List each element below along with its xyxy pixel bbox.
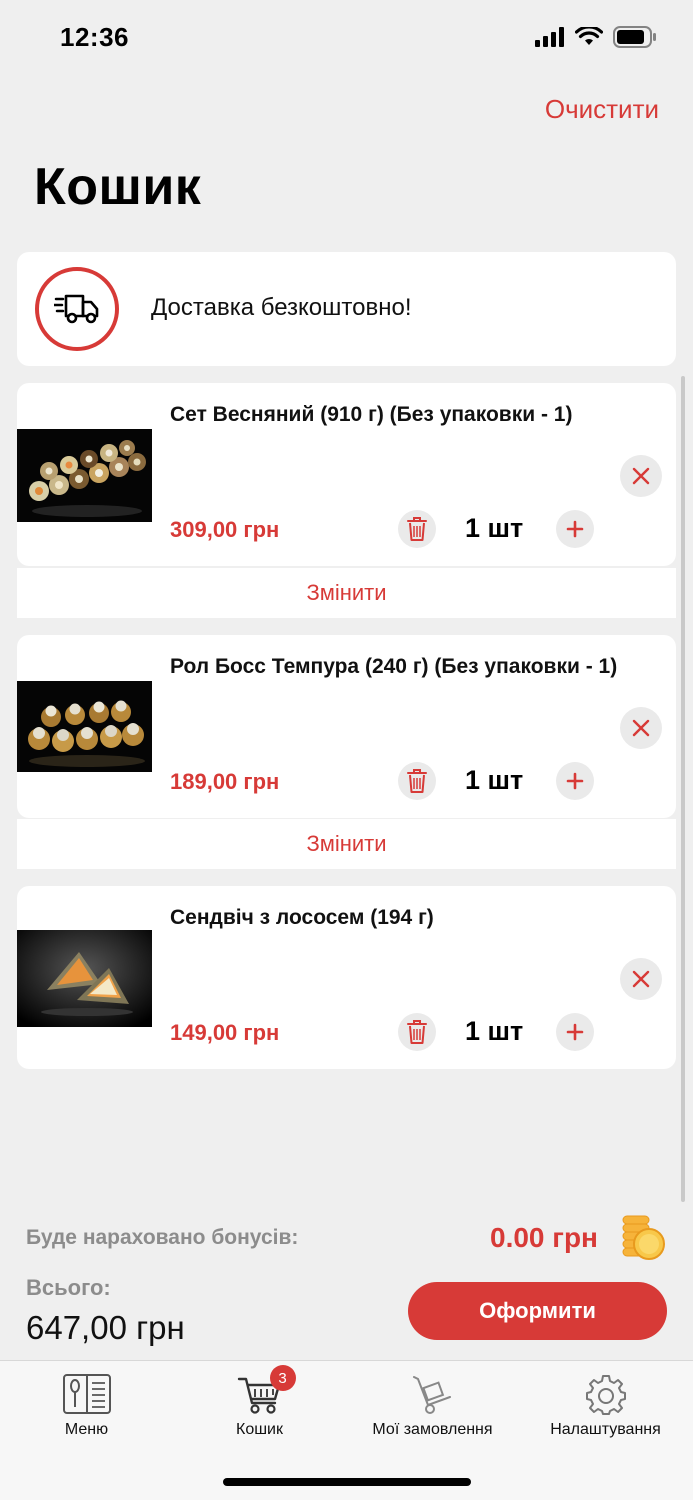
tab-settings[interactable]: Налаштування	[519, 1361, 692, 1451]
status-bar: 12:36	[0, 0, 693, 78]
item-name: Сендвіч з лососем (194 г)	[170, 906, 434, 929]
tab-my-orders[interactable]: Мої замовлення	[346, 1361, 519, 1451]
delivery-banner: Доставка безкоштовно!	[17, 252, 676, 366]
checkout-button[interactable]: Оформити	[408, 1282, 667, 1340]
wifi-icon	[575, 27, 603, 45]
trash-icon	[407, 1020, 427, 1044]
delivery-text: Доставка безкоштовно!	[151, 294, 412, 321]
remove-item-button[interactable]	[620, 455, 662, 497]
change-item-button[interactable]: Змінити	[17, 568, 676, 618]
trash-icon	[407, 769, 427, 793]
page-title: Кошик	[34, 158, 202, 216]
battery-icon	[613, 26, 656, 48]
delivery-badge	[35, 267, 119, 351]
status-icons	[535, 26, 657, 48]
close-icon	[632, 467, 650, 485]
decrease-quantity-button[interactable]	[398, 762, 436, 800]
cart-item: Сет Весняний (910 г) (Без упаковки - 1) …	[17, 383, 676, 566]
cart-icon: 3	[234, 1365, 296, 1417]
tab-label: Мої замовлення	[372, 1421, 493, 1438]
increase-quantity-button[interactable]	[556, 510, 594, 548]
cart-item: Сендвіч з лососем (194 г) 149,00 грн 1 ш…	[17, 886, 676, 1069]
item-price: 309,00 грн	[170, 517, 280, 542]
product-image	[17, 429, 152, 522]
signal-icon	[535, 27, 564, 47]
tab-cart[interactable]: 3 Кошик	[173, 1361, 346, 1451]
increase-quantity-button[interactable]	[556, 1013, 594, 1051]
home-indicator[interactable]	[223, 1478, 471, 1486]
bonus-value: 0.00 грн	[490, 1222, 598, 1253]
tab-label: Меню	[64, 1421, 109, 1438]
status-time: 12:36	[60, 22, 129, 52]
menu-book-icon	[61, 1371, 113, 1417]
item-price: 149,00 грн	[170, 1020, 280, 1045]
clear-cart-button[interactable]: Очистити	[545, 94, 659, 125]
remove-item-button[interactable]	[620, 707, 662, 749]
trash-icon	[407, 517, 427, 541]
plus-icon	[566, 772, 584, 790]
product-image	[17, 681, 152, 772]
coins-icon	[622, 1215, 665, 1260]
decrease-quantity-button[interactable]	[398, 1013, 436, 1051]
item-name: Сет Весняний (910 г) (Без упаковки - 1)	[170, 403, 573, 426]
gear-icon	[580, 1371, 632, 1417]
decrease-quantity-button[interactable]	[398, 510, 436, 548]
delivery-truck-icon	[54, 294, 99, 324]
item-quantity: 1 шт	[465, 513, 524, 543]
hand-truck-icon	[407, 1371, 459, 1417]
change-item-button[interactable]: Змінити	[17, 819, 676, 869]
item-quantity: 1 шт	[465, 765, 524, 795]
remove-item-button[interactable]	[620, 958, 662, 1000]
close-icon	[632, 970, 650, 988]
tab-menu[interactable]: Меню	[0, 1361, 173, 1451]
tab-label: Налаштування	[550, 1421, 661, 1438]
item-price: 189,00 грн	[170, 769, 280, 794]
cart-item: Рол Босс Темпура (240 г) (Без упаковки -…	[17, 635, 676, 818]
tab-label: Кошик	[236, 1421, 283, 1438]
bonus-label: Буде нараховано бонусів:	[26, 1226, 299, 1249]
plus-icon	[566, 1023, 584, 1041]
item-quantity: 1 шт	[465, 1016, 524, 1046]
product-image	[17, 930, 152, 1027]
total-label: Всього:	[26, 1275, 111, 1300]
increase-quantity-button[interactable]	[556, 762, 594, 800]
scrollbar[interactable]	[681, 376, 685, 1202]
total-value: 647,00 грн	[26, 1309, 185, 1346]
plus-icon	[566, 520, 584, 538]
cart-count-badge: 3	[269, 1365, 296, 1391]
close-icon	[632, 719, 650, 737]
item-name: Рол Босс Темпура (240 г) (Без упаковки -…	[170, 655, 618, 678]
